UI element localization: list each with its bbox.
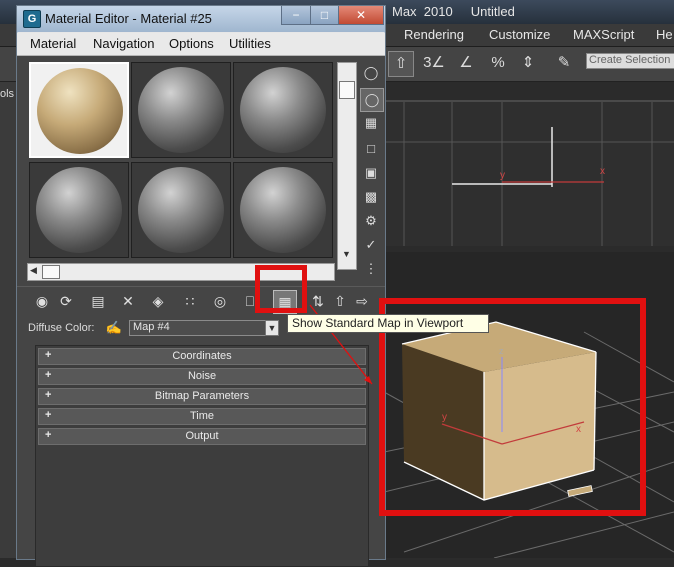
- highlight-box-button: [255, 265, 307, 313]
- tooltip: Show Standard Map in Viewport: [287, 314, 489, 333]
